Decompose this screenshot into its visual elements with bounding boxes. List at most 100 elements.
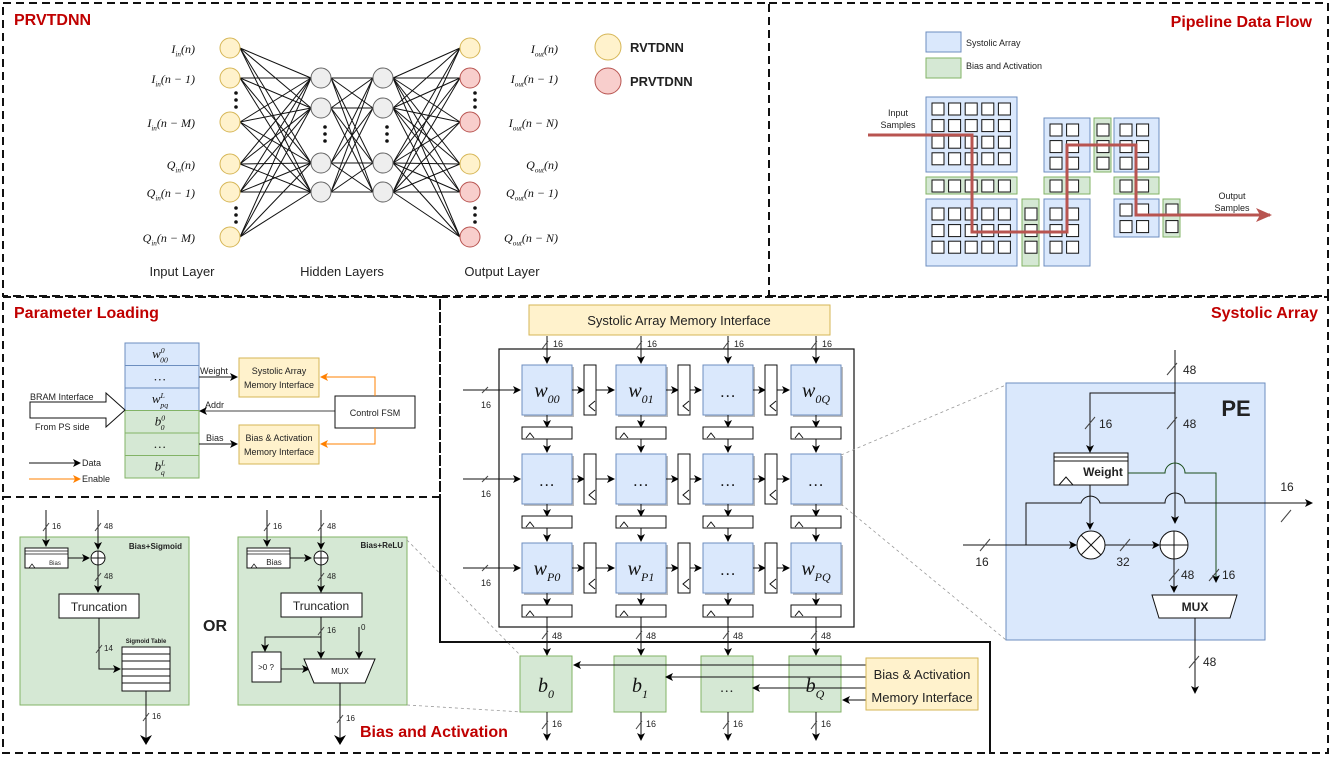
pe-detail: PE 48 16 48 Weight 16 16 32 48 16 MUX 48 <box>963 350 1313 694</box>
row-width-label: 16 <box>481 400 491 410</box>
input-label: Iin(n − 1) <box>150 72 195 89</box>
svg-text:16: 16 <box>273 522 282 531</box>
enable-arrow-bias <box>320 428 376 448</box>
pe-cell <box>948 179 962 193</box>
out-width-label: 48 <box>733 631 743 641</box>
output-node <box>459 67 481 89</box>
bias-out-width-label: 16 <box>821 719 831 729</box>
pe-cell <box>1096 123 1110 137</box>
pe-cell[interactable] <box>790 542 842 594</box>
pipeline-register <box>677 364 691 416</box>
output-node <box>459 153 481 175</box>
bias-activation-title: Bias and Activation <box>360 724 508 741</box>
legend-data-label: Data <box>82 458 101 468</box>
svg-text:16: 16 <box>1280 480 1294 494</box>
pe-cell-label: … <box>721 562 735 579</box>
zoom-guide-relu-bottom <box>406 704 523 713</box>
output-node <box>459 111 481 133</box>
pipeline-register <box>764 542 778 594</box>
relu-adder <box>313 550 329 566</box>
pe-cell <box>948 152 962 166</box>
pe-cell <box>1136 179 1150 193</box>
input-label: Iin(n) <box>170 42 195 59</box>
enable-arrow-systolic <box>320 373 376 396</box>
pe-cell <box>1096 140 1110 154</box>
pe-cell <box>997 152 1011 166</box>
relu-bias-register: Bias <box>246 547 291 569</box>
pipeline-register <box>764 364 778 416</box>
svg-text:Systolic Array Memory Interfac: Systolic Array Memory Interface <box>587 313 771 328</box>
svg-text:Bias+ReLU: Bias+ReLU <box>361 541 404 550</box>
hidden-node <box>310 97 332 119</box>
bias-act-mem-iface[interactable]: Bias & Activation Memory Interface <box>865 657 979 711</box>
svg-text:16: 16 <box>327 626 336 635</box>
legend-bias-swatch <box>925 57 962 79</box>
svg-text:48: 48 <box>1183 417 1197 431</box>
bias-label: Bias <box>206 433 224 443</box>
input-layer-label: Input Layer <box>149 264 215 279</box>
relu-mux: MUX <box>303 658 376 684</box>
output-label: Iout(n) <box>530 42 558 59</box>
control-fsm-box[interactable]: Control FSM <box>334 395 416 429</box>
pe-cell-label: … <box>634 473 648 490</box>
svg-text:Truncation: Truncation <box>293 599 349 613</box>
weight-label: Weight <box>200 366 228 376</box>
svg-text:Control FSM: Control FSM <box>350 408 401 418</box>
nn-edge <box>239 77 312 238</box>
pe-cell[interactable] <box>615 542 667 594</box>
pe-cell <box>1165 220 1179 234</box>
input-node <box>219 67 241 89</box>
svg-text:16: 16 <box>52 522 61 531</box>
pe-cell <box>1049 140 1063 154</box>
pe-cell <box>948 224 962 238</box>
pe-cell[interactable] <box>521 542 573 594</box>
hidden-node <box>372 67 394 89</box>
svg-text:48: 48 <box>104 572 113 581</box>
memory-row-label: … <box>154 369 166 384</box>
systolic-mem-iface-box[interactable]: Systolic Array Memory Interface <box>238 357 320 398</box>
svg-text:>0 ?: >0 ? <box>258 663 274 672</box>
svg-text:16: 16 <box>1099 417 1113 431</box>
hidden-node <box>372 152 394 174</box>
nn-edge <box>392 47 461 164</box>
svg-text:Bias+Sigmoid: Bias+Sigmoid <box>129 542 182 551</box>
pe-cell <box>981 152 995 166</box>
pe-cell <box>1096 156 1110 170</box>
svg-text:48: 48 <box>104 522 113 531</box>
pe-cell <box>1024 240 1038 254</box>
pe-cell <box>1049 240 1063 254</box>
pe-cell <box>931 135 945 149</box>
sigmoid-table: Sigmoid Table <box>121 639 171 692</box>
svg-text:16: 16 <box>152 712 161 721</box>
systolic-mem-iface[interactable]: Systolic Array Memory Interface <box>528 304 831 336</box>
parameter-memory: w0 00…wL pqb0 0…bL q <box>124 342 200 479</box>
hidden-node <box>310 67 332 89</box>
pipeline-register <box>583 364 597 416</box>
nn-edge <box>239 107 312 238</box>
out-width-label: 48 <box>646 631 656 641</box>
pe-weight-register: Weight <box>1053 452 1129 486</box>
bias-out-width-label: 16 <box>733 719 743 729</box>
input-node <box>219 181 241 203</box>
bias-mem-iface-box[interactable]: Bias & Activation Memory Interface <box>238 424 320 465</box>
hidden-layers-label: Hidden Layers <box>300 264 384 279</box>
pe-cell <box>981 207 995 221</box>
output-node <box>459 226 481 248</box>
output-layer-label: Output Layer <box>464 264 540 279</box>
zoom-guide-pe-top <box>840 384 1007 456</box>
pe-cell <box>1066 123 1080 137</box>
pe-cell <box>997 240 1011 254</box>
output-samples-label: Output Samples <box>1214 191 1250 213</box>
pe-cell <box>1119 179 1133 193</box>
pe-cell <box>931 224 945 238</box>
relu-compare-box: >0 ? <box>251 651 282 683</box>
svg-text:MUX: MUX <box>331 667 349 676</box>
pe-adder <box>1159 530 1189 560</box>
nn-edge <box>239 47 312 164</box>
output-label: Iout(n − N) <box>508 116 558 133</box>
bram-label: BRAM Interface <box>30 392 94 402</box>
pe-cell <box>1136 220 1150 234</box>
svg-text:48: 48 <box>1203 655 1217 669</box>
pe-cell <box>1119 156 1133 170</box>
pe-cell[interactable] <box>790 364 842 416</box>
